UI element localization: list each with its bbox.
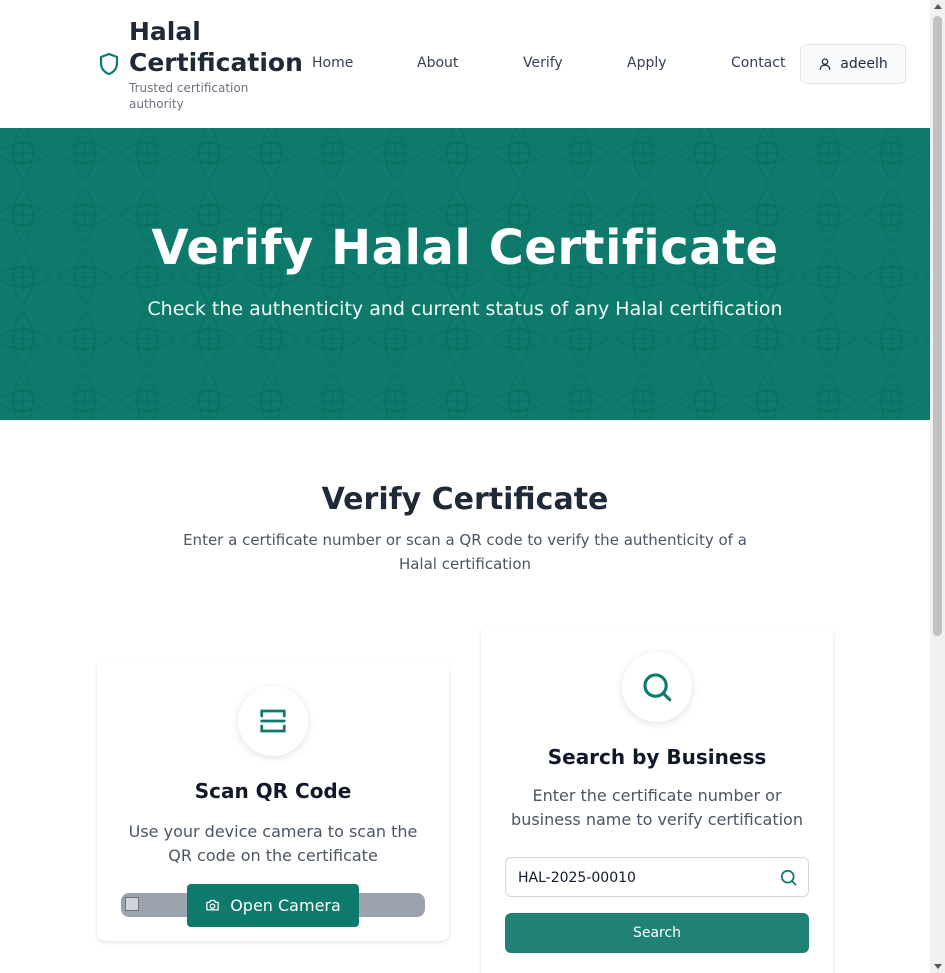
section-title: Verify Certificate (321, 482, 609, 517)
user-menu-button[interactable]: adeelh (800, 44, 906, 84)
camera-icon (206, 899, 219, 911)
qr-icon-circle (238, 686, 308, 756)
search-button[interactable]: Search (505, 913, 809, 953)
search-card-description: Enter the certificate number or business… (511, 786, 803, 829)
brand-title: Halal Certification (129, 17, 303, 77)
certificate-search-input[interactable] (518, 868, 768, 888)
nav-verify[interactable]: Verify (523, 55, 627, 71)
search-icon (643, 673, 672, 702)
search-card: Search by Business Enter the certificate… (481, 626, 833, 973)
main-nav: Home About Verify Apply Contact (312, 55, 801, 71)
search-input-icon[interactable] (779, 868, 798, 887)
scroll-down-arrow-icon[interactable] (934, 964, 942, 969)
brand[interactable]: Halal Certification Trusted certificatio… (97, 16, 309, 112)
nav-home[interactable]: Home (312, 55, 417, 71)
scroll-thumb[interactable] (933, 16, 942, 636)
broken-image-icon (125, 897, 139, 911)
qr-card-description: Use your device camera to scan the QR co… (128, 822, 418, 865)
qr-card: Scan QR Code Use your device camera to s… (97, 660, 449, 941)
nav-apply[interactable]: Apply (627, 55, 731, 71)
user-icon (819, 58, 831, 70)
brand-subtitle: Trusted certification authority (129, 81, 249, 111)
hero-subtitle: Check the authenticity and current statu… (147, 298, 783, 320)
user-name: adeelh (840, 56, 888, 72)
open-camera-button[interactable]: Open Camera (187, 884, 359, 927)
section-description: Enter a certificate number or scan a QR … (183, 531, 747, 573)
qr-scan-icon (260, 709, 286, 733)
open-camera-label: Open Camera (230, 896, 341, 915)
search-card-title: Search by Business (547, 745, 767, 769)
search-icon-circle (622, 652, 692, 722)
shield-icon (99, 52, 119, 76)
qr-card-title: Scan QR Code (194, 779, 352, 803)
nav-contact[interactable]: Contact (731, 55, 801, 71)
nav-about[interactable]: About (417, 55, 523, 71)
hero-banner: Verify Halal Certificate Check the authe… (0, 128, 930, 420)
scroll-up-arrow-icon[interactable] (934, 4, 942, 9)
hero-title: Verify Halal Certificate (151, 220, 779, 276)
page-scrollbar[interactable] (930, 0, 945, 973)
certificate-search-field[interactable] (505, 857, 809, 897)
site-header: Halal Certification Trusted certificatio… (0, 0, 930, 128)
